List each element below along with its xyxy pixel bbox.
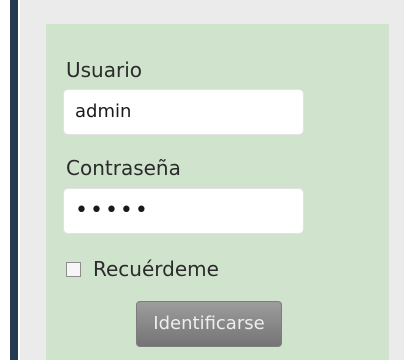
sidebar-stripe — [10, 0, 18, 360]
login-button[interactable]: Identificarse — [136, 301, 282, 347]
remember-me-row: Recuérdeme — [66, 257, 219, 281]
login-panel: Usuario admin Contraseña ••••• Recuérdem… — [46, 24, 389, 360]
username-label: Usuario — [66, 58, 143, 82]
left-sidebar — [0, 0, 20, 360]
username-input[interactable]: admin — [63, 89, 304, 135]
remember-me-checkbox[interactable] — [66, 261, 81, 277]
remember-me-label[interactable]: Recuérdeme — [93, 257, 219, 281]
password-label: Contraseña — [66, 156, 181, 180]
login-page: Usuario admin Contraseña ••••• Recuérdem… — [0, 0, 404, 360]
password-input[interactable]: ••••• — [63, 188, 304, 234]
